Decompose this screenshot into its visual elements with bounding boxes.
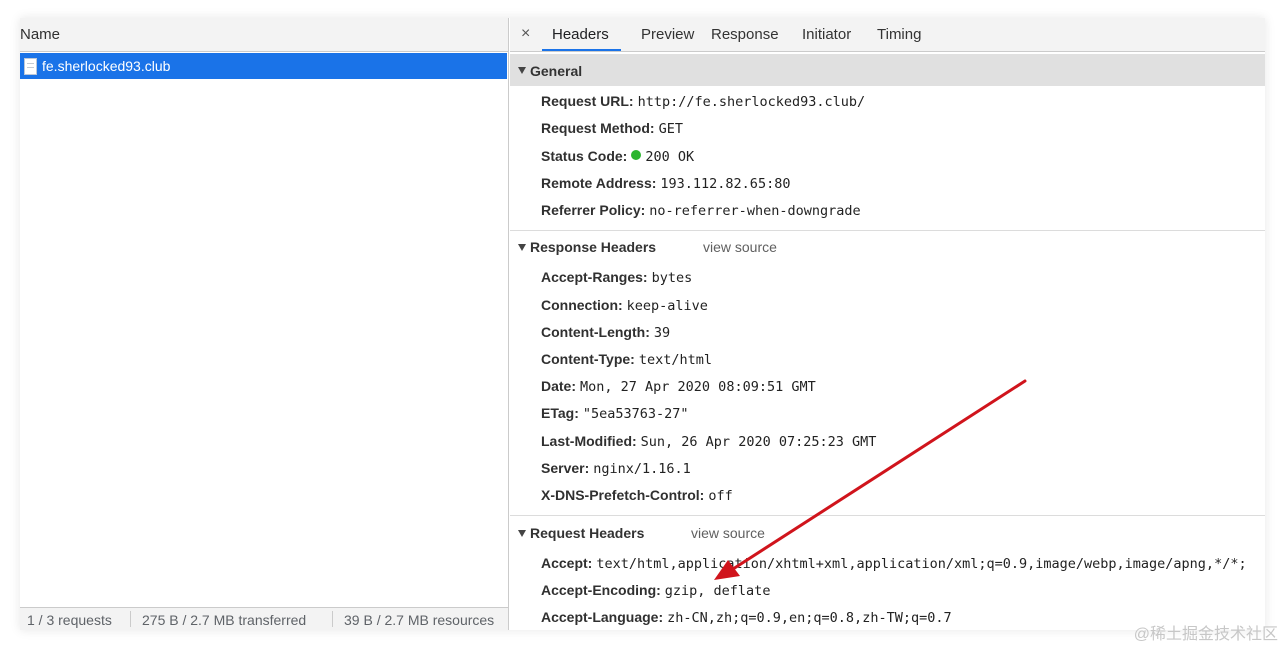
request-header-row: Accept-Language: zh-CN,zh;q=0.9,en;q=0.8,… bbox=[541, 609, 952, 626]
tab-headers[interactable]: Headers bbox=[552, 26, 609, 43]
name-column-label: Name bbox=[20, 26, 61, 43]
general-section-header[interactable]: General bbox=[510, 54, 1265, 86]
request-details-pane: × Headers Preview Response Initiator Tim… bbox=[510, 18, 1265, 630]
tab-preview[interactable]: Preview bbox=[641, 26, 694, 43]
section-divider bbox=[510, 515, 1265, 516]
general-row: Status Code: 200 OK bbox=[541, 148, 695, 165]
resources-size: 39 B / 2.7 MB resources bbox=[344, 612, 495, 628]
details-tab-bar: × Headers Preview Response Initiator Tim… bbox=[510, 18, 1265, 52]
watermark: @稀土掘金技术社区 bbox=[1133, 626, 1278, 643]
request-list-pane: Name fe.sherlocked93.club 1 / 3 requests… bbox=[20, 18, 509, 630]
status-ok-icon bbox=[631, 150, 642, 160]
triangle-down-icon bbox=[518, 530, 526, 537]
response-header-row: X-DNS-Prefetch-Control: off bbox=[541, 487, 733, 504]
response-header-row: Last-Modified: Sun, 26 Apr 2020 07:25:23 … bbox=[541, 433, 877, 450]
general-row: Referrer Policy: no-referrer-when-downgra… bbox=[541, 202, 861, 219]
response-header-row: Connection: keep-alive bbox=[541, 297, 708, 314]
transferred-size: 275 B / 2.7 MB transferred bbox=[142, 612, 307, 628]
status-divider bbox=[332, 611, 333, 627]
document-icon bbox=[24, 58, 37, 75]
triangle-down-icon bbox=[518, 244, 526, 251]
triangle-down-icon bbox=[518, 67, 526, 74]
section-divider bbox=[510, 230, 1265, 231]
status-divider bbox=[130, 611, 131, 627]
general-row: Remote Address: 193.112.82.65:80 bbox=[541, 175, 791, 192]
request-header-row: Accept: text/html,application/xhtml+xml,a… bbox=[541, 555, 1247, 572]
close-icon[interactable]: × bbox=[521, 25, 530, 43]
general-row: Request URL: http://fe.sherlocked93.club/ bbox=[541, 93, 866, 110]
general-title: General bbox=[530, 63, 583, 79]
devtools-network-panel: Name fe.sherlocked93.club 1 / 3 requests… bbox=[20, 18, 1265, 630]
active-tab-indicator bbox=[542, 49, 621, 51]
response-view-source-link[interactable]: view source bbox=[703, 239, 777, 255]
response-header-row: ETag: "5ea53763-27" bbox=[541, 405, 689, 422]
response-header-row: Server: nginx/1.16.1 bbox=[541, 460, 691, 477]
request-header-row: Accept-Encoding: gzip, deflate bbox=[541, 582, 771, 599]
tab-timing[interactable]: Timing bbox=[877, 26, 921, 43]
network-status-bar: 1 / 3 requests 275 B / 2.7 MB transferre… bbox=[20, 607, 508, 630]
response-header-row: Accept-Ranges: bytes bbox=[541, 269, 693, 286]
requests-count: 1 / 3 requests bbox=[27, 612, 112, 628]
response-header-row: Content-Length: 39 bbox=[541, 324, 671, 341]
request-headers-section-header[interactable]: Request Headers view source bbox=[510, 520, 1265, 546]
tab-initiator[interactable]: Initiator bbox=[802, 26, 851, 43]
response-headers-title: Response Headers bbox=[530, 239, 657, 255]
request-headers-title: Request Headers bbox=[530, 525, 645, 541]
name-column-header[interactable]: Name bbox=[20, 18, 508, 52]
response-header-row: Date: Mon, 27 Apr 2020 08:09:51 GMT bbox=[541, 378, 816, 395]
general-row: Request Method: GET bbox=[541, 120, 683, 137]
response-headers-section-header[interactable]: Response Headers view source bbox=[510, 234, 1265, 260]
request-view-source-link[interactable]: view source bbox=[691, 525, 765, 541]
tab-response[interactable]: Response bbox=[711, 26, 779, 43]
request-row-selected[interactable]: fe.sherlocked93.club bbox=[20, 53, 507, 79]
response-header-row: Content-Type: text/html bbox=[541, 351, 712, 368]
request-name: fe.sherlocked93.club bbox=[42, 58, 171, 74]
